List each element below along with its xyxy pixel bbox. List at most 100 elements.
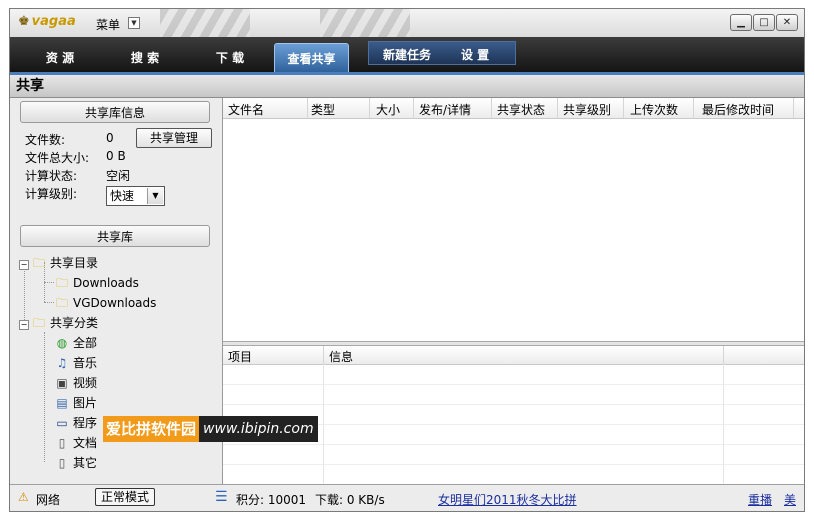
col-info[interactable]: 信息: [329, 348, 353, 365]
tree-cat-root-label: 共享分类: [50, 316, 99, 330]
column-divider[interactable]: [693, 98, 694, 118]
promo-link[interactable]: 女明星们2011秋冬大比拼: [438, 491, 577, 508]
grid-line: [223, 384, 804, 385]
tree-dir-downloads[interactable]: 🗀 Downloads: [54, 274, 139, 295]
image-icon: ▤: [56, 396, 68, 410]
tree-dir-label: Downloads: [73, 276, 139, 290]
tab-resources[interactable]: 资 源: [20, 43, 100, 73]
tree-cat-image[interactable]: ▤ 图片: [54, 394, 97, 411]
calc-status-value: 空闲: [106, 169, 131, 183]
points-display: 积分: 10001: [236, 493, 307, 507]
tree-cat-other[interactable]: ▯ 其它: [54, 454, 97, 471]
tree-dir-vgdownloads[interactable]: 🗀 VGDownloads: [54, 294, 156, 315]
chevron-down-icon[interactable]: ▼: [147, 188, 163, 204]
share-info-header[interactable]: 共享库信息: [20, 101, 210, 123]
column-divider[interactable]: [723, 346, 724, 364]
logo-icon: ♚: [18, 14, 30, 29]
folder-icon: 🗀: [55, 296, 68, 310]
calc-status-label: 计算状态:: [25, 169, 78, 183]
app-logo[interactable]: ♚ vagaa: [18, 14, 76, 29]
app-logo-text: vagaa: [31, 14, 76, 29]
minimize-icon[interactable]: ▁: [730, 14, 752, 31]
status-link[interactable]: 美: [784, 491, 796, 508]
collapse-icon[interactable]: −: [19, 320, 29, 330]
tree-cat-label: 图片: [73, 396, 98, 410]
col-publish[interactable]: 发布/详情: [419, 101, 471, 118]
tree-dir-root[interactable]: − 🗀 共享目录: [19, 254, 98, 275]
tree-cat-label: 文档: [73, 436, 98, 450]
watermark-cn: 爱比拼软件园: [103, 416, 200, 442]
column-divider[interactable]: [323, 346, 324, 364]
all-files-icon: ◍: [56, 336, 68, 350]
tree-cat-document[interactable]: ▯ 文档: [54, 434, 97, 451]
settings-button[interactable]: 设 置: [461, 46, 489, 63]
toolbar-group: 新建任务 设 置: [368, 41, 516, 65]
column-divider[interactable]: [793, 98, 794, 118]
file-count-label: 文件数:: [25, 133, 66, 147]
network-status[interactable]: 网络: [36, 491, 60, 508]
column-divider[interactable]: [557, 98, 558, 118]
main-window: ♚ vagaa 菜单 ▼ ▁ □ ✕ 资 源 搜 索 下 载 查看共享 新建任务 …: [9, 8, 805, 512]
file-count-value: 0: [106, 131, 114, 145]
column-divider[interactable]: [491, 98, 492, 118]
watermark: 爱比拼软件园 www.ibipin.com: [103, 416, 318, 442]
tree-line: [44, 282, 54, 283]
watermark-url: www.ibipin.com: [199, 416, 318, 442]
title-decoration: [160, 9, 250, 37]
tree-dir-label: VGDownloads: [73, 296, 157, 310]
tree-cat-label: 音乐: [73, 356, 98, 370]
total-size-label: 文件总大小:: [25, 151, 90, 165]
folder-icon: 🗀: [32, 256, 45, 270]
calc-level-value: 快速: [110, 189, 135, 203]
mode-button[interactable]: 正常模式: [95, 488, 155, 506]
collapse-icon[interactable]: −: [19, 260, 29, 270]
grid-line: [223, 464, 804, 465]
grid-line: [223, 444, 804, 445]
col-modified[interactable]: 最后修改时间: [702, 101, 774, 118]
tab-search[interactable]: 搜 索: [105, 43, 185, 73]
tab-download[interactable]: 下 载: [190, 43, 270, 73]
col-size[interactable]: 大小: [376, 101, 400, 118]
tree-cat-root[interactable]: − 🗀 共享分类: [19, 314, 98, 335]
title-bar: ♚ vagaa 菜单 ▼ ▁ □ ✕: [10, 9, 804, 37]
calc-level-select[interactable]: 快速 ▼: [106, 186, 165, 206]
col-item[interactable]: 项目: [228, 348, 252, 365]
menu-button[interactable]: 菜单: [96, 16, 120, 33]
download-speed: 下载: 0 KB/s: [315, 493, 385, 507]
folder-icon: 🗀: [32, 316, 45, 330]
tree-cat-label: 全部: [73, 336, 98, 350]
other-file-icon: ▯: [58, 456, 66, 470]
maximize-icon[interactable]: □: [753, 14, 775, 31]
col-type[interactable]: 类型: [311, 101, 335, 118]
close-icon[interactable]: ✕: [776, 14, 798, 31]
share-manage-button[interactable]: 共享管理: [136, 128, 212, 148]
tree-cat-label: 其它: [73, 456, 98, 470]
column-divider[interactable]: [307, 98, 308, 118]
column-divider[interactable]: [413, 98, 414, 118]
warning-icon[interactable]: ⚠: [18, 490, 29, 504]
menu-dropdown-icon[interactable]: ▼: [128, 17, 140, 29]
tree-cat-video[interactable]: ▣ 视频: [54, 374, 97, 391]
col-filename[interactable]: 文件名: [228, 101, 264, 118]
tree-cat-label: 程序: [73, 416, 98, 430]
tree-cat-music[interactable]: ♫ 音乐: [54, 354, 97, 371]
col-share-status[interactable]: 共享状态: [497, 101, 545, 118]
col-share-level[interactable]: 共享级别: [563, 101, 611, 118]
file-table-header: 文件名 类型 大小 发布/详情 共享状态 共享级别 上传次数 最后修改时间: [223, 98, 804, 119]
title-decoration: [320, 9, 410, 37]
tree-cat-program[interactable]: ▭ 程序: [54, 414, 97, 431]
music-icon: ♫: [56, 356, 68, 370]
tree-cat-all[interactable]: ◍ 全部: [54, 334, 97, 351]
column-divider[interactable]: [369, 98, 370, 118]
tab-view-share[interactable]: 查看共享: [274, 43, 349, 73]
replay-link[interactable]: 重播: [748, 491, 772, 508]
program-icon: ▭: [56, 416, 68, 430]
col-upload-count[interactable]: 上传次数: [630, 101, 678, 118]
video-icon: ▣: [56, 376, 68, 390]
column-divider[interactable]: [623, 98, 624, 118]
library-header[interactable]: 共享库: [20, 225, 210, 247]
new-task-button[interactable]: 新建任务: [383, 46, 431, 63]
total-size-value: 0 B: [106, 149, 126, 163]
page-title: 共享: [10, 75, 804, 98]
stats-icon: ☰: [215, 489, 228, 505]
